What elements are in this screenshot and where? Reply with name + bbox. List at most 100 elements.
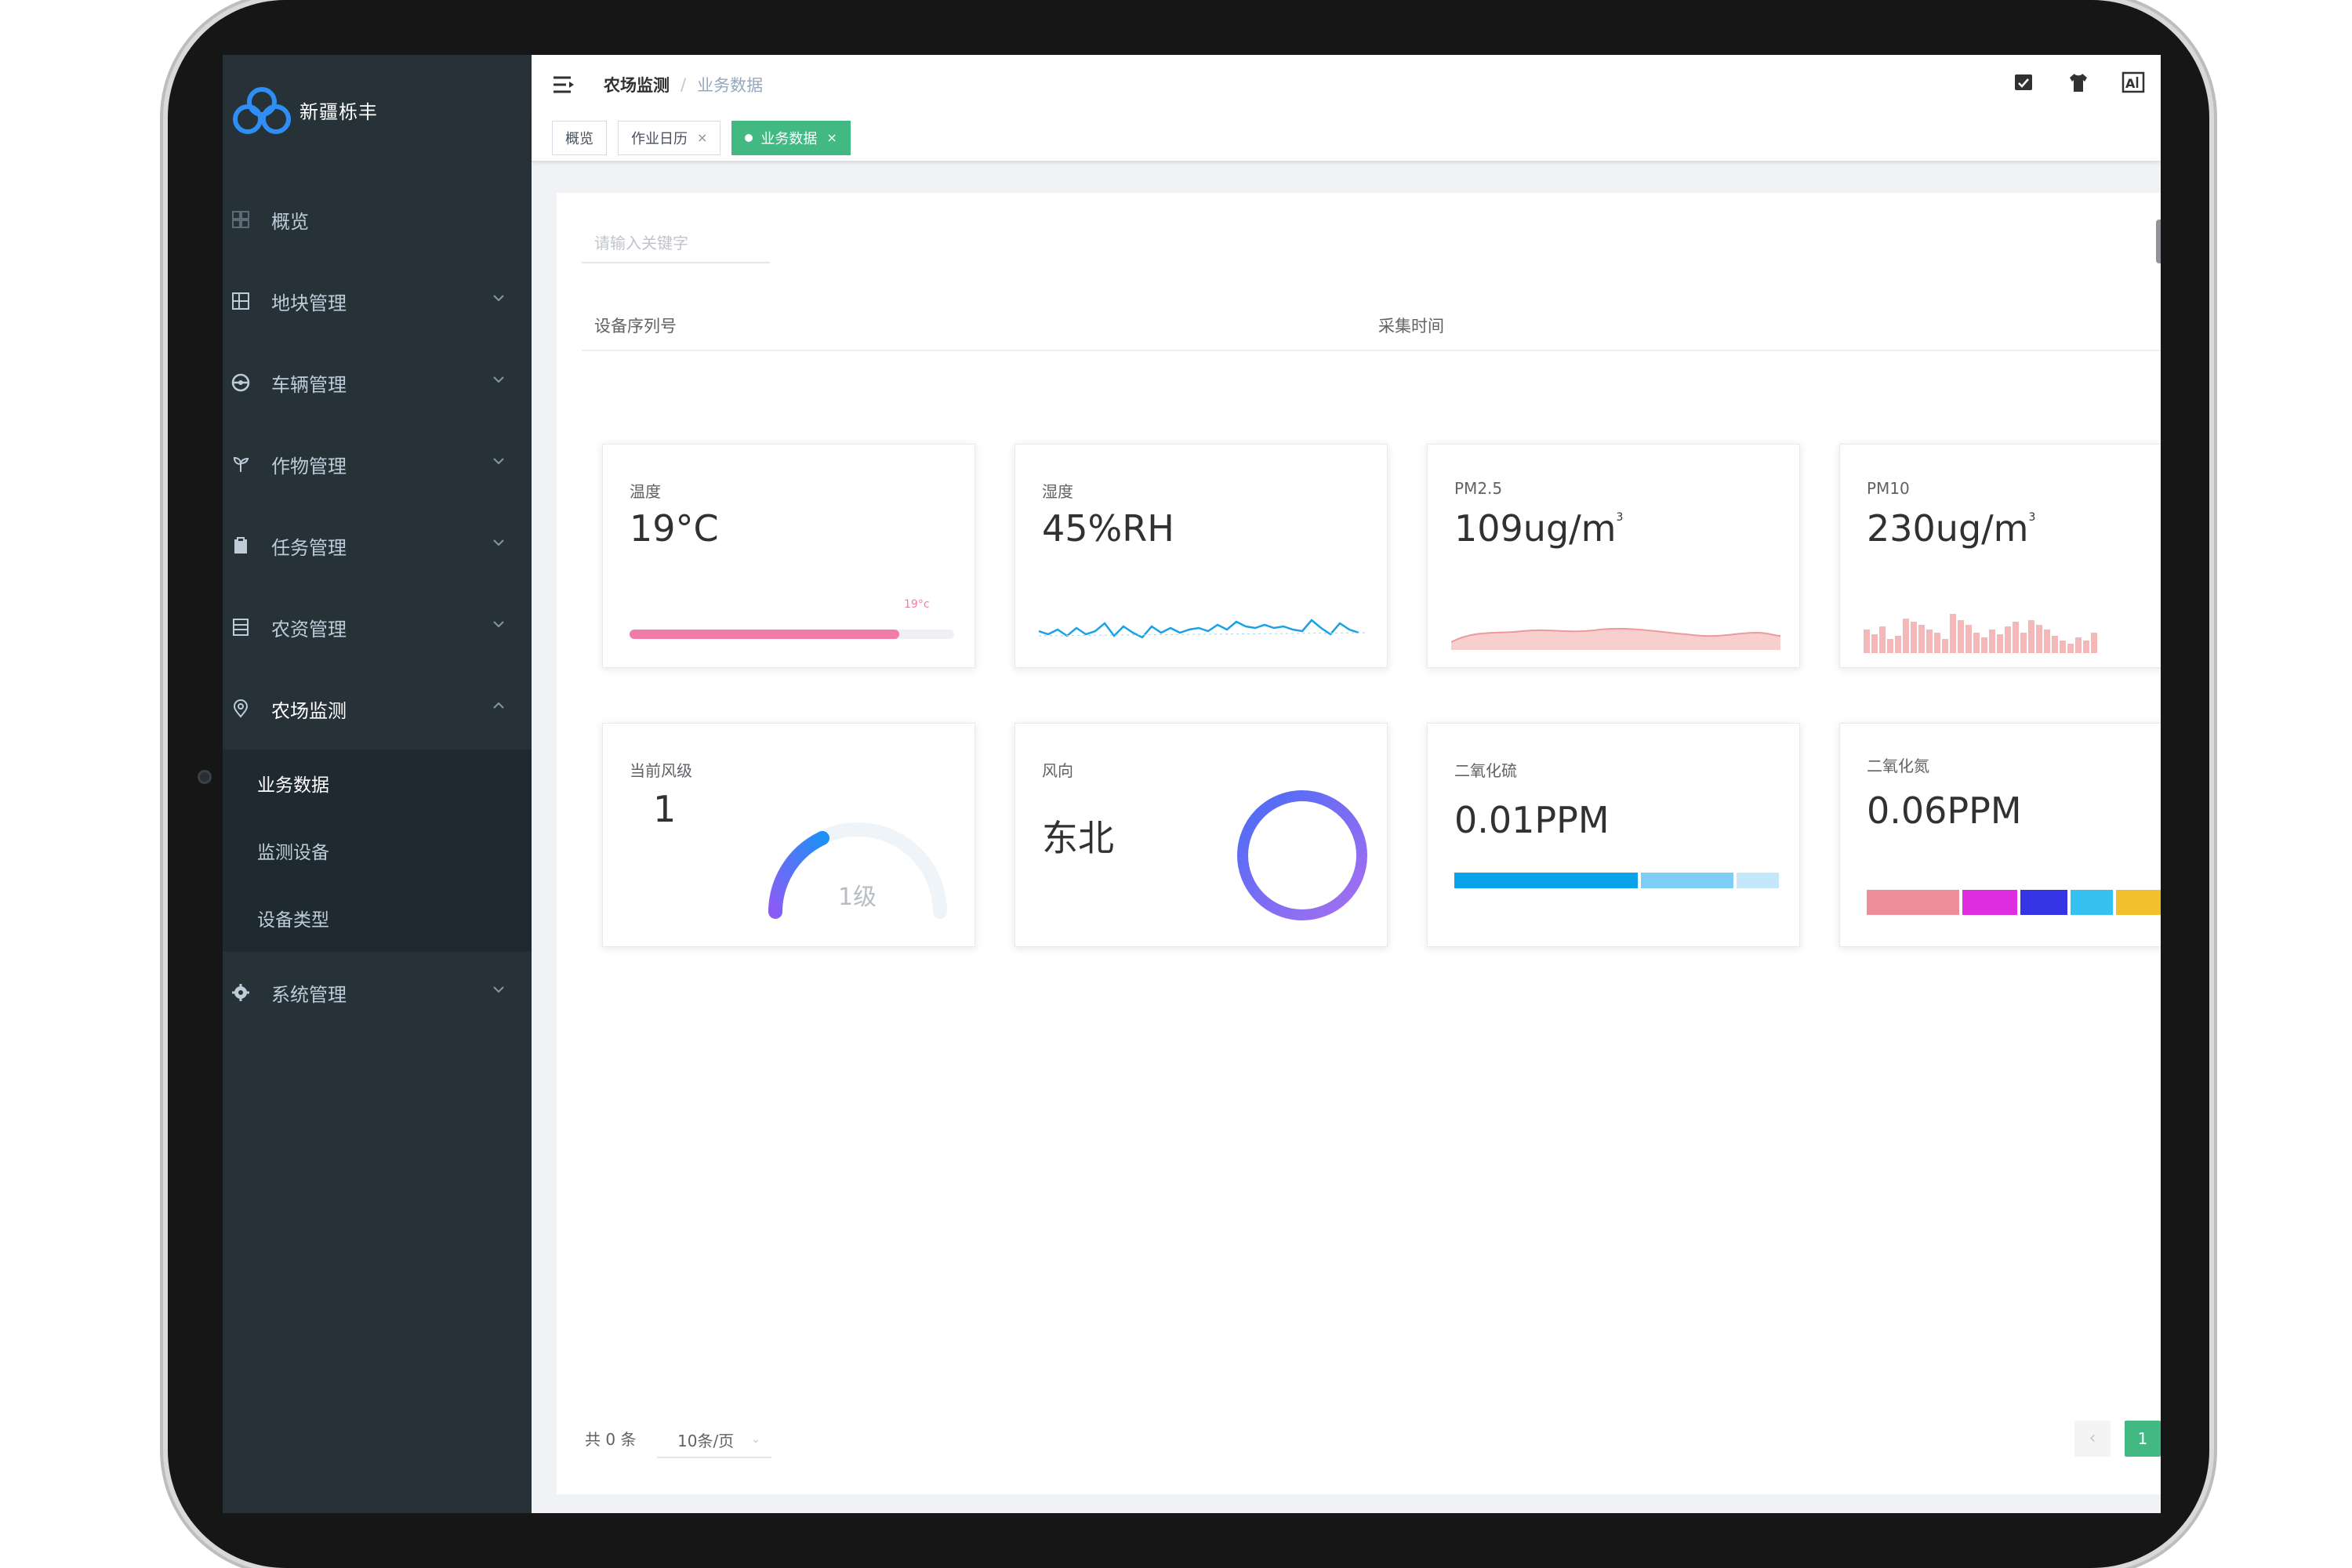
sidebar-item-farm-monitoring[interactable]: 农场监测	[223, 668, 532, 750]
submenu-item-device-types[interactable]: 设备类型	[223, 884, 532, 952]
card-label: PM10	[1867, 479, 1910, 498]
sidebar-item-label: 系统管理	[271, 983, 347, 1006]
no2-bar-segment	[2071, 890, 2113, 915]
sidebar-item-label: 农场监测	[271, 699, 347, 722]
so2-stacked-bar	[1454, 873, 1779, 888]
chevron-down-icon	[493, 986, 504, 993]
logo-text: 新疆栎丰	[299, 100, 378, 123]
pm10-bar-sparkline	[1864, 614, 2097, 653]
submenu-item-business-data[interactable]: 业务数据	[223, 750, 532, 817]
so2-bar-segment	[1454, 873, 1638, 888]
wind-direction-card: 风向 东北	[1014, 723, 1388, 947]
tag-overview[interactable]: 概览	[552, 120, 607, 155]
submenu-item-label: 监测设备	[257, 843, 329, 863]
breadcrumb-current: 业务数据	[697, 76, 764, 95]
chevron-down-icon	[493, 621, 504, 628]
card-label: 温度	[630, 482, 661, 501]
tags-bar: 概览 作业日历 × 业务数据 ×	[532, 114, 2161, 162]
so2-card: 二氧化硫 0.01PPM	[1427, 723, 1800, 947]
chevron-down-icon	[493, 458, 504, 465]
close-icon[interactable]: ×	[697, 130, 707, 145]
pagination: 共 0 条 10条/页 ⌄ ‹ 1	[585, 1416, 2161, 1463]
sidebar-item-overview[interactable]: 概览	[223, 179, 532, 260]
column-header: 采集时间	[1378, 317, 1444, 336]
pm25-area-chart	[1451, 627, 1780, 650]
so2-bar-segment	[1641, 873, 1733, 888]
sidebar-item-tasks[interactable]: 任务管理	[223, 505, 532, 586]
tablet-frame: 新疆栎丰 概览 地块管理 车辆管理 作物管理 任务管理 农资管理 农场监测 业务…	[168, 0, 2209, 1568]
breadcrumb-separator: /	[681, 75, 687, 94]
tag-business-data[interactable]: 业务数据 ×	[731, 120, 851, 155]
sidebar-item-label: 农资管理	[271, 618, 347, 641]
prev-page-button[interactable]: ‹	[2074, 1421, 2111, 1457]
theme-shirt-icon[interactable]	[2067, 71, 2090, 94]
side-menu: 概览 地块管理 车辆管理 作物管理 任务管理 农资管理 农场监测 业务数据 监测…	[223, 179, 532, 1033]
tag-label: 作业日历	[631, 130, 688, 147]
logo[interactable]: 新疆栎丰	[230, 78, 378, 141]
humidity-card: 湿度 45%RH	[1014, 444, 1388, 668]
temperature-bar-track	[630, 630, 954, 639]
total-count: 共 0 条	[585, 1430, 637, 1449]
sidebar: 新疆栎丰 概览 地块管理 车辆管理 作物管理 任务管理 农资管理 农场监测 业务…	[223, 55, 532, 1513]
sidebar-item-system[interactable]: 系统管理	[223, 952, 532, 1033]
sidebar-item-crops[interactable]: 作物管理	[223, 423, 532, 505]
unit-superscript: 3	[2028, 511, 2036, 524]
tag-work-calendar[interactable]: 作业日历 ×	[618, 120, 721, 155]
card-value: 0.06PPM	[1867, 789, 2022, 832]
inventory-icon	[230, 617, 251, 637]
card-label: 二氧化氮	[1867, 757, 1929, 775]
screen: 新疆栎丰 概览 地块管理 车辆管理 作物管理 任务管理 农资管理 农场监测 业务…	[223, 55, 2161, 1513]
chevron-down-icon	[493, 539, 504, 546]
gauge-label: 1级	[838, 884, 877, 911]
plant-icon	[230, 454, 251, 474]
card-value: 19°C	[630, 507, 719, 550]
svg-text:A: A	[2125, 76, 2136, 91]
search-button[interactable]	[2156, 220, 2161, 263]
dashboard-icon	[230, 209, 251, 230]
content-panel: 设备序列号 采集时间 操作 温度 19°C 19°c 湿度 45%RH	[557, 193, 2161, 1494]
sidebar-item-plots[interactable]: 地块管理	[223, 260, 532, 342]
card-value: 109ug/m3	[1454, 507, 1623, 550]
camera-dot	[198, 770, 212, 784]
card-value: 230ug/m3	[1867, 507, 2035, 550]
chevron-down-icon	[493, 376, 504, 383]
sidebar-item-supplies[interactable]: 农资管理	[223, 586, 532, 668]
page-size-select[interactable]: 10条/页 ⌄	[657, 1419, 771, 1458]
no2-color-bar	[1867, 890, 2161, 915]
page-number-current[interactable]: 1	[2125, 1421, 2161, 1457]
card-value: 1	[653, 788, 677, 830]
no2-bar-segment	[2020, 890, 2067, 915]
location-icon	[230, 699, 251, 719]
farm-monitoring-submenu: 业务数据 监测设备 设备类型	[223, 750, 532, 952]
card-value: 45%RH	[1042, 507, 1174, 550]
chevron-up-icon	[493, 702, 504, 709]
grid-icon	[230, 291, 251, 311]
navbar-icons: A	[2012, 71, 2145, 94]
no2-bar-segment	[1867, 890, 1959, 915]
wind-level-card: 当前风级 1 1级	[602, 723, 975, 947]
screenshot-icon[interactable]	[2012, 71, 2035, 94]
table-header: 设备序列号 采集时间 操作	[582, 295, 2161, 351]
unit-superscript: 3	[1616, 511, 1624, 524]
sidebar-item-vehicles[interactable]: 车辆管理	[223, 342, 532, 423]
humidity-sparkline	[1039, 619, 1368, 639]
temperature-bar-label: 19°c	[904, 598, 930, 611]
submenu-item-monitoring-devices[interactable]: 监测设备	[223, 817, 532, 884]
sidebar-item-label: 任务管理	[271, 536, 347, 559]
chevron-down-icon	[493, 295, 504, 302]
search-input[interactable]	[582, 224, 770, 263]
close-icon[interactable]: ×	[826, 130, 837, 145]
hamburger-icon[interactable]	[552, 74, 575, 95]
steering-wheel-icon	[230, 372, 251, 393]
font-size-icon[interactable]: A	[2122, 71, 2145, 94]
gear-icon	[230, 982, 251, 1003]
card-label: 湿度	[1042, 482, 1073, 501]
no2-bar-segment	[2116, 890, 2161, 915]
card-value-text: 230ug/m	[1867, 507, 2029, 550]
sidebar-item-label: 地块管理	[271, 292, 347, 314]
breadcrumb-item[interactable]: 农场监测	[604, 73, 670, 96]
card-value-text: 109ug/m	[1454, 507, 1617, 550]
submenu-item-label: 设备类型	[257, 910, 329, 931]
no2-bar-segment	[1962, 890, 2017, 915]
submenu-item-label: 业务数据	[257, 775, 329, 796]
